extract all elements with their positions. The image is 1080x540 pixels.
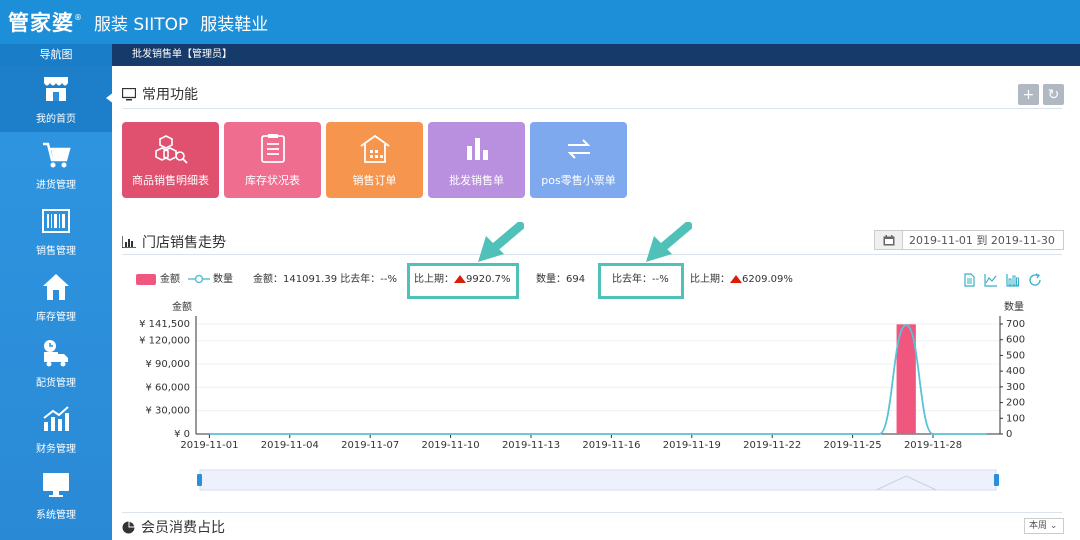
sidebar-item-label: 系统管理 xyxy=(36,509,76,521)
member-share-title: 会员消费占比 xyxy=(141,520,225,536)
sidebar-item-label: 财务管理 xyxy=(36,443,76,455)
cart-icon xyxy=(43,142,71,167)
sidebar-item-home[interactable]: 我的首页 xyxy=(0,66,112,132)
x-tick-label: 2019-11-04 xyxy=(261,440,319,451)
finance-chart-icon xyxy=(43,405,69,431)
zoom-handle-right xyxy=(994,474,999,486)
barcode-icon xyxy=(42,208,70,233)
y2-tick-label: 0 xyxy=(1006,429,1012,440)
sidebar-item-sales[interactable]: 销售管理 xyxy=(0,198,112,264)
sidebar-item-label: 进货管理 xyxy=(36,179,76,191)
pie-chart-icon xyxy=(122,521,135,533)
y2-tick-label: 400 xyxy=(1006,366,1025,377)
qty-line xyxy=(209,324,987,435)
y-tick-label: ¥ 30,000 xyxy=(145,406,190,417)
y2-tick-label: 200 xyxy=(1006,398,1025,409)
y-tick-label: ¥ 90,000 xyxy=(145,359,190,370)
x-tick-label: 2019-11-13 xyxy=(502,440,560,451)
sidebar-item-distribution[interactable]: 配货管理 xyxy=(0,330,112,396)
y2-axis-title: 数量 xyxy=(1004,300,1024,313)
y-tick-label: ¥ 120,000 xyxy=(139,336,190,347)
x-tick-label: 2019-11-28 xyxy=(904,440,962,451)
sidebar: 导航图 我的首页 进货管理 销售管理 库存管理 配货管理 财务管理 系统管理 xyxy=(0,44,112,540)
truck-icon xyxy=(44,339,68,366)
y2-tick-label: 700 xyxy=(1006,319,1025,330)
member-share-header: 会员消费占比 xyxy=(122,517,225,537)
app-header: 管家婆 ® 服装 SIITOP 服装鞋业 xyxy=(0,0,1080,44)
sales-trend-chart: ¥ 0 ¥ 30,000 ¥ 60,000 ¥ 90,000 ¥ 120,000 ¥ 14… xyxy=(139,300,1025,491)
y-axis-title: 金额 xyxy=(172,300,192,313)
period-select-value: 本周 xyxy=(1029,521,1048,531)
breadcrumb: 批发销售单【管理员】 xyxy=(112,44,1080,66)
x-tick-label: 2019-11-10 xyxy=(422,440,480,451)
divider xyxy=(122,512,1062,513)
y-tick-label: ¥ 0 xyxy=(174,429,190,440)
period-select[interactable]: 本周 ⌄ xyxy=(1024,518,1064,534)
x-tick-label: 2019-11-07 xyxy=(341,440,399,451)
sidebar-item-label: 配货管理 xyxy=(36,377,76,389)
sidebar-item-inventory[interactable]: 库存管理 xyxy=(0,264,112,330)
sidebar-title: 导航图 xyxy=(0,44,112,66)
x-tick-label: 2019-11-25 xyxy=(824,440,882,451)
y2-tick-label: 300 xyxy=(1006,382,1025,393)
logo-registered-mark: ® xyxy=(74,12,82,22)
sidebar-item-finance[interactable]: 财务管理 xyxy=(0,396,112,462)
amount-bar xyxy=(896,324,916,434)
y-tick-label: ¥ 141,500 xyxy=(139,319,190,330)
sidebar-item-system[interactable]: 系统管理 xyxy=(0,462,112,528)
y2-tick-label: 500 xyxy=(1006,350,1025,361)
sidebar-item-label: 库存管理 xyxy=(36,311,76,323)
y2-tick-label: 100 xyxy=(1006,413,1025,424)
product-name: 服装 SIITOP xyxy=(94,14,189,35)
industry-name: 服装鞋业 xyxy=(200,14,269,35)
sidebar-item-purchase[interactable]: 进货管理 xyxy=(0,132,112,198)
x-tick-label: 2019-11-22 xyxy=(743,440,801,451)
logo: 管家婆 xyxy=(8,10,74,35)
y-tick-label: ¥ 60,000 xyxy=(145,382,190,393)
x-tick-label: 2019-11-16 xyxy=(582,440,640,451)
sidebar-item-label: 销售管理 xyxy=(36,245,76,257)
zoom-handle-left xyxy=(197,474,202,486)
chevron-down-icon: ⌄ xyxy=(1049,521,1058,531)
house-icon xyxy=(43,273,69,300)
store-icon xyxy=(44,76,68,101)
monitor-icon xyxy=(43,472,69,497)
main-content: 常用功能 + ↻ 商品销售明细表 库存状况表 销售订单 批发销售单 pos零售小… xyxy=(112,66,1080,540)
sidebar-item-label: 我的首页 xyxy=(36,113,76,125)
x-tick-label: 2019-11-19 xyxy=(663,440,721,451)
x-tick-label: 2019-11-01 xyxy=(180,440,238,451)
y2-tick-label: 600 xyxy=(1006,335,1025,346)
zoom-slider-track xyxy=(199,469,997,491)
